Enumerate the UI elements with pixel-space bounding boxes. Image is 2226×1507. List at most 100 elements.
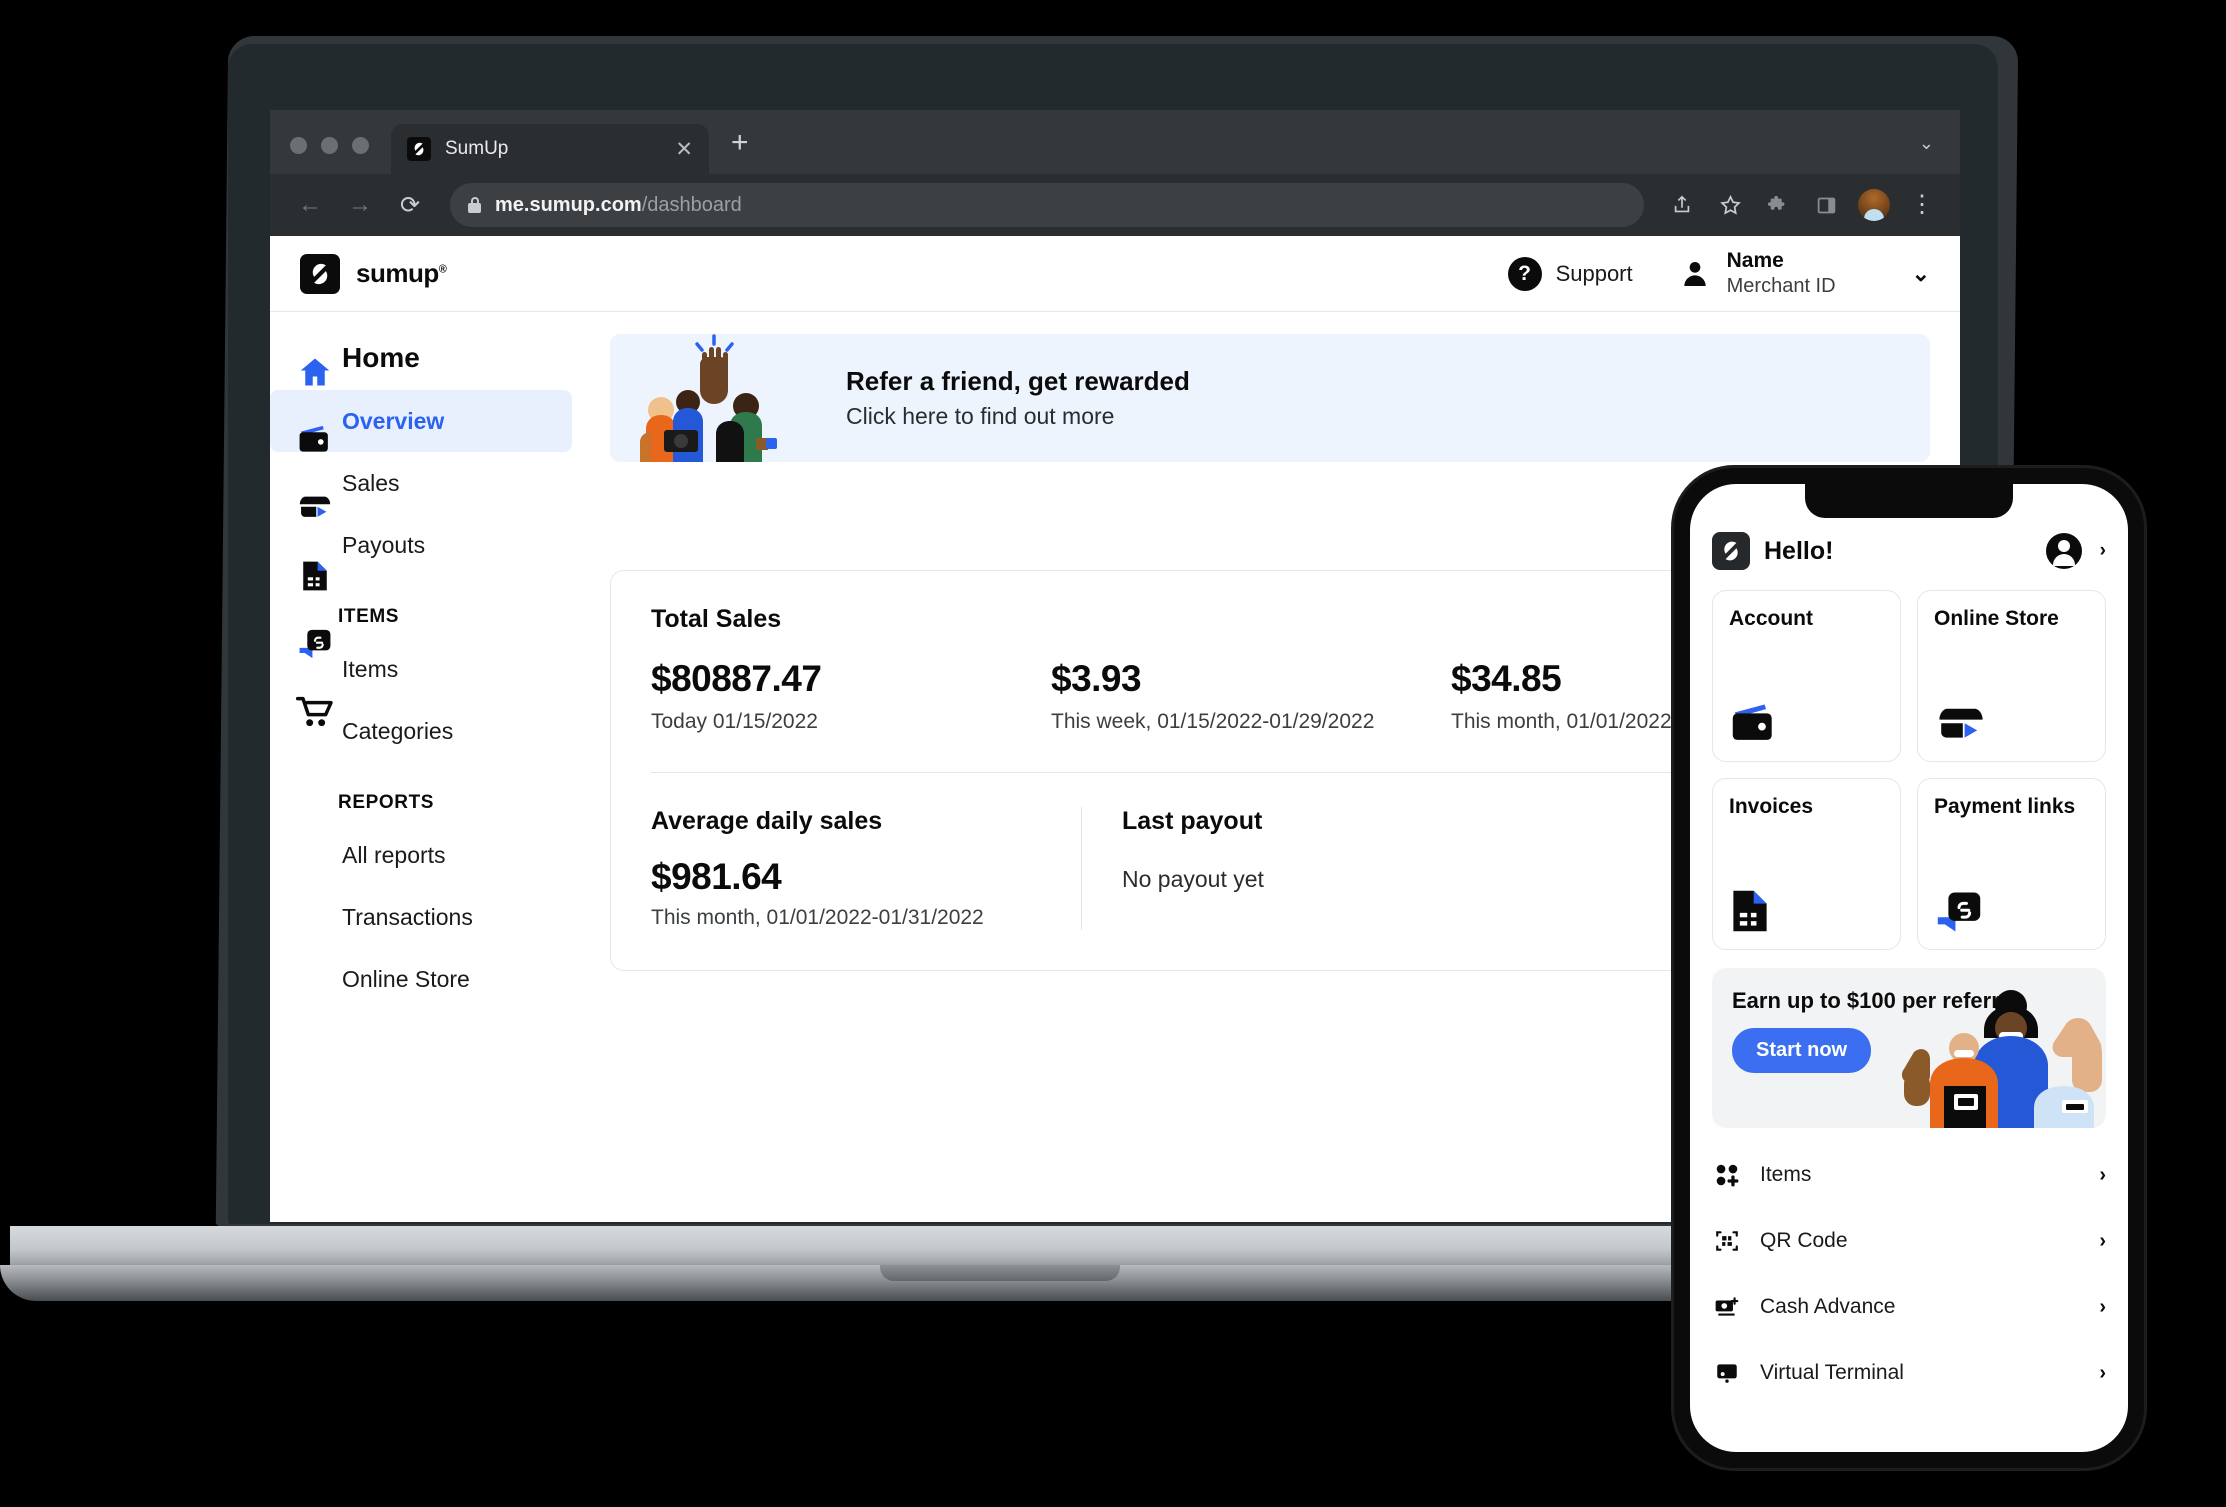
list-item-virtual-terminal[interactable]: Virtual Terminal › [1712,1340,2106,1406]
storefront-icon[interactable] [288,474,342,542]
sumup-logo-icon [1712,532,1750,570]
browser-toolbar: ← → ⟳ me.sumup.com/dashboard ⋮ [270,174,1960,236]
home-icon[interactable] [288,338,342,406]
list-item-label: Cash Advance [1760,1295,1896,1318]
sidebar-item-label: All reports [342,841,446,868]
qr-code-icon [1712,1226,1742,1256]
sidebar-item-label: Online Store [342,965,470,992]
sidebar-icon-rail [288,338,342,746]
toolbar-icon-group: ⋮ [1662,185,1942,225]
block-value: No payout yet [1122,866,1264,893]
chevron-down-icon[interactable]: ⌄ [1919,133,1960,174]
block-heading: Last payout [1122,807,1263,836]
minimize-window-dot[interactable] [321,137,338,154]
sidebar-group-reports: REPORTS [338,792,435,813]
url-domain: me.sumup.com [495,193,642,216]
cash-advance-icon [1712,1292,1742,1322]
referral-text: Refer a friend, get rewarded Click here … [846,366,1190,430]
sidebar-item-label: Transactions [342,903,473,930]
list-item-label: QR Code [1760,1229,1848,1252]
sumup-logo-icon [300,253,340,294]
tile-label: Payment links [1934,795,2076,818]
last-payout-block: Last payout No payout yet [1081,807,1501,931]
url-path: /dashboard [641,193,742,216]
phone-screen: Hello! › Account Online Store Invoices P… [1690,484,2128,1452]
browser-menu-kebab-icon[interactable]: ⋮ [1902,185,1942,225]
support-button[interactable]: ? Support [1507,256,1633,291]
wallet-icon [1729,693,1884,747]
invoice-document-icon[interactable] [288,542,342,610]
stat-today: $80887.47 Today 01/15/2022 [651,658,1051,736]
promo-illustration [1866,988,2106,1128]
phone-frame: Hello! › Account Online Store Invoices P… [1674,468,2144,1468]
tile-label: Online Store [1934,607,2059,630]
close-window-dot[interactable] [290,137,307,154]
back-button[interactable]: ← [288,183,332,227]
phone-tile-payment-links[interactable]: Payment links [1917,778,2106,950]
chevron-right-icon: › [2099,1361,2106,1384]
storefront-icon [1934,693,2089,747]
shopping-cart-icon[interactable] [288,678,342,746]
side-panel-icon[interactable] [1806,185,1846,225]
referral-illustration [628,334,828,462]
sidebar-item-label: Items [342,655,399,682]
maximize-window-dot[interactable] [352,137,369,154]
referral-banner[interactable]: Refer a friend, get rewarded Click here … [610,334,1930,462]
chevron-right-icon: › [2099,1163,2106,1186]
window-traffic-lights[interactable] [290,137,369,174]
sidebar-item-label: Overview [342,407,445,434]
referral-subline: Click here to find out more [846,403,1115,429]
block-value: $981.64 [651,856,782,898]
stat-period: Today 01/15/2022 [651,710,818,733]
help-question-icon: ? [1507,256,1542,291]
reload-button[interactable]: ⟳ [388,183,432,227]
list-item-items[interactable]: Items › [1712,1142,2106,1208]
bookmark-star-icon[interactable] [1710,185,1750,225]
payment-link-icon[interactable] [288,610,342,678]
greeting-label: Hello! [1764,536,1834,565]
sidebar-item-transactions[interactable]: Transactions [270,886,572,948]
block-heading: Average daily sales [651,807,883,836]
extensions-puzzle-icon[interactable] [1758,185,1798,225]
stat-value: $3.93 [1051,658,1142,699]
close-icon[interactable]: ✕ [675,139,693,160]
sumup-logo-icon [407,137,431,161]
browser-tab-bar: SumUp ✕ + ⌄ [270,110,1960,174]
browser-tab-title: SumUp [445,138,509,159]
new-tab-button[interactable]: + [731,126,749,174]
sidebar-item-all-reports[interactable]: All reports [270,824,572,886]
brand-logo[interactable]: sumup® [300,253,447,294]
merchant-id: Merchant ID [1726,275,1836,298]
tile-label: Account [1729,607,1813,630]
lock-icon [468,197,481,213]
account-name: Name [1726,248,1784,272]
phone-tile-grid: Account Online Store Invoices Payment li… [1690,570,2128,950]
chevron-right-icon: › [2099,1295,2106,1318]
list-item-cash-advance[interactable]: Cash Advance › [1712,1274,2106,1340]
sidebar: Home Overview Sales Payouts ITEMS Items [270,312,610,1222]
account-menu[interactable]: Name Merchant ID ⌄ [1679,248,1930,299]
start-now-button[interactable]: Start now [1732,1027,1872,1073]
browser-tab[interactable]: SumUp ✕ [391,124,709,174]
address-bar-url: me.sumup.com/dashboard [495,194,742,217]
forward-button[interactable]: → [338,183,382,227]
chevron-down-icon[interactable]: ⌄ [1912,261,1930,287]
share-icon[interactable] [1662,185,1702,225]
sidebar-item-online-store[interactable]: Online Store [270,948,572,1010]
chevron-right-icon: › [2099,1229,2106,1252]
list-item-qr-code[interactable]: QR Code › [1712,1208,2106,1274]
referral-headline: Refer a friend, get rewarded [846,366,1190,396]
address-bar[interactable]: me.sumup.com/dashboard [450,183,1644,227]
phone-referral-promo[interactable]: Earn up to $100 per referral Start now [1712,968,2106,1128]
wallet-icon[interactable] [288,406,342,474]
profile-avatar-icon[interactable] [1854,185,1894,225]
stat-period: This week, 01/15/2022-01/29/2022 [1051,710,1375,733]
user-avatar-icon[interactable] [2045,533,2082,569]
phone-quick-actions-list: Items › QR Code › Cash Advance › Virtual… [1690,1128,2128,1406]
phone-tile-online-store[interactable]: Online Store [1917,590,2106,762]
phone-tile-invoices[interactable]: Invoices [1712,778,1901,950]
chevron-right-icon[interactable]: › [2100,540,2106,562]
phone-tile-account[interactable]: Account [1712,590,1901,762]
sidebar-item-label: Categories [342,717,454,744]
sidebar-item-label: Sales [342,469,400,496]
